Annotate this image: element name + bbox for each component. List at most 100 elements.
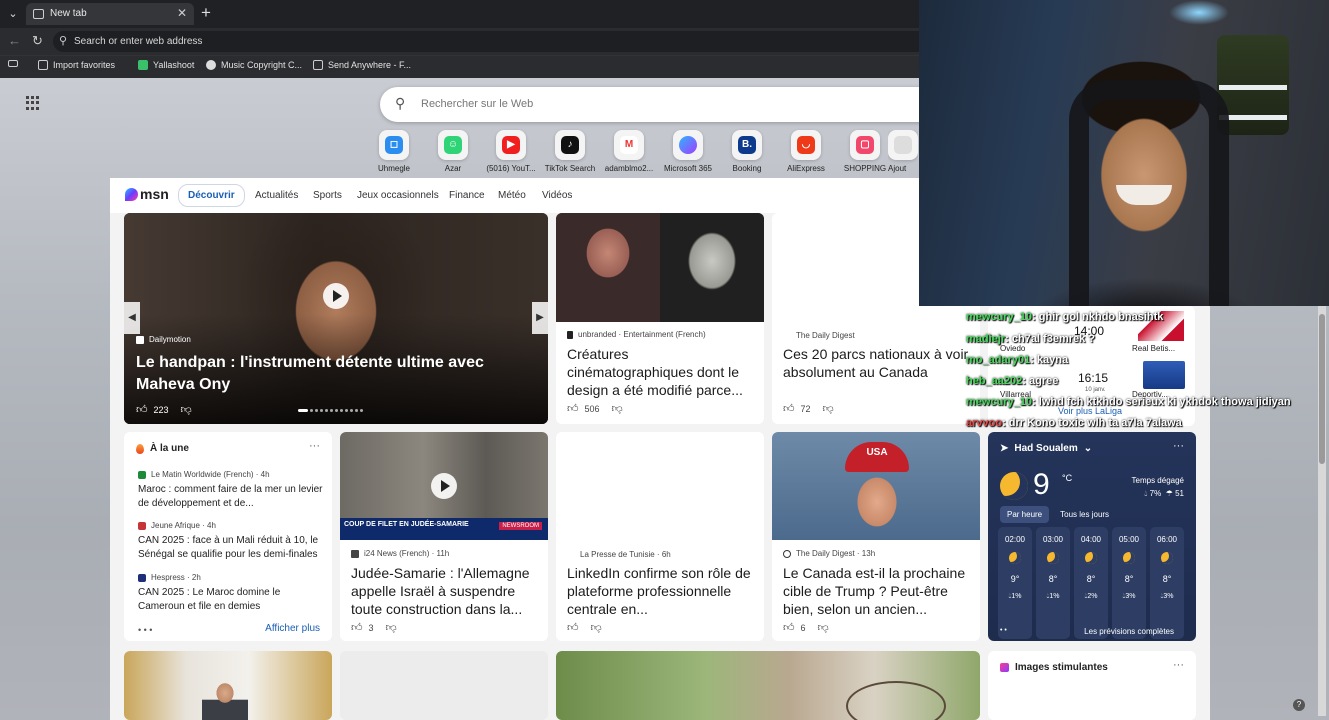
shopping-bag-icon: ▢ <box>856 136 874 154</box>
tab-new-tab[interactable]: New tab ✕ <box>26 3 194 25</box>
folder-icon <box>38 60 48 70</box>
dislike-icon[interactable]: 👎︎ <box>591 621 602 634</box>
images-card[interactable]: Images stimulantes ··· <box>988 651 1196 720</box>
hero-title[interactable]: Le handpan : l'instrument détente ultime… <box>136 352 536 396</box>
sports-scores-card[interactable]: 14:00 Oviedo Real Betis... 16:15 10 janv… <box>988 306 1195 426</box>
quick-link-azar[interactable]: ☺ Azar <box>424 130 482 173</box>
more-options-icon[interactable]: ··· <box>1173 440 1184 452</box>
electoral-emblem <box>846 681 946 720</box>
like-icon[interactable]: 👍︎ <box>567 621 579 634</box>
new-tab-plus-icon[interactable]: + <box>201 3 211 23</box>
hero-video-card[interactable]: ◀ ▶ Dailymotion Le handpan : l'instrumen… <box>124 213 548 424</box>
tab-finance[interactable]: Finance <box>449 190 485 201</box>
dislike-icon[interactable]: 👎︎ <box>818 621 829 634</box>
quick-link-gmail[interactable]: Madamblmo2... <box>600 130 658 173</box>
quick-link-booking[interactable]: B. Booking <box>718 130 776 173</box>
carousel-prev-icon[interactable]: ◀ <box>124 302 140 334</box>
quick-link-label: Booking <box>732 164 762 173</box>
favorite-music-copyright[interactable]: Music Copyright C... <box>206 60 302 70</box>
current-temperature: 9 <box>1033 468 1050 501</box>
like-icon[interactable]: 👍︎ <box>136 403 148 416</box>
back-arrow-icon[interactable]: ← <box>8 33 21 48</box>
close-tab-icon[interactable]: ✕ <box>177 6 187 20</box>
moon-icon <box>1047 552 1059 564</box>
quick-link-uhmegle[interactable]: ◻ Uhmegle <box>365 130 423 173</box>
news-card-electoral-photo[interactable] <box>556 651 980 720</box>
tab-actions-menu-icon[interactable]: ⌄ <box>4 5 22 23</box>
trending-item[interactable]: Jeune Afrique · 4h CAN 2025 : face à un … <box>138 521 328 562</box>
dislike-icon[interactable]: 👎︎ <box>386 621 397 634</box>
more-options-icon[interactable]: ··· <box>309 440 320 452</box>
favorite-import[interactable]: Import favorites <box>38 60 115 70</box>
tab-decouvrir[interactable]: Découvrir <box>178 184 245 207</box>
send-anywhere-icon <box>313 60 323 70</box>
flame-icon <box>136 443 144 454</box>
quick-link-label: Azar <box>444 164 462 173</box>
trending-item[interactable]: Le Matin Worldwide (French) · 4h Maroc :… <box>138 470 328 511</box>
news-card-linkedin[interactable]: La Presse de Tunisie · 6h LinkedIn confi… <box>556 432 764 641</box>
tab-actualites[interactable]: Actualités <box>255 190 298 201</box>
hourly-forecast-item: 02:00 9° 💧︎1% <box>998 527 1032 639</box>
full-forecast-link[interactable]: Les prévisions complètes <box>1084 627 1174 636</box>
add-site-icon <box>894 136 912 154</box>
news-title[interactable]: LinkedIn confirme son rôle de plateforme… <box>567 564 762 618</box>
like-icon[interactable]: 👍︎ <box>567 402 579 415</box>
msn-logo[interactable]: msn <box>125 186 169 202</box>
address-input[interactable]: ⚲ Search or enter web address <box>53 31 919 52</box>
play-icon[interactable] <box>323 283 349 309</box>
tab-meteo[interactable]: Météo <box>498 190 526 201</box>
page-scrollbar[interactable] <box>1318 306 1326 716</box>
favorite-send-anywhere[interactable]: Send Anywhere - F... <box>313 60 411 70</box>
news-card-creatures[interactable]: unbranded · Entertainment (French) Créat… <box>556 213 764 424</box>
tab-sports[interactable]: Sports <box>313 190 342 201</box>
refresh-icon[interactable]: ↻ <box>32 33 43 49</box>
dislike-icon[interactable]: 👎︎ <box>181 403 192 416</box>
quick-link-aliexpress[interactable]: ◡ AliExpress <box>777 130 835 173</box>
news-card-official-photo[interactable] <box>124 651 332 720</box>
tab-videos[interactable]: Vidéos <box>542 190 572 201</box>
quick-link-label: Microsoft 365 <box>663 164 713 173</box>
web-search-input[interactable]: ⚲ Rechercher sur le Web <box>380 87 940 122</box>
like-count: 223 <box>153 404 169 415</box>
quick-link-shopping[interactable]: ▢ SHOPPING <box>836 130 894 173</box>
sidebar-toggle-icon[interactable] <box>8 60 18 67</box>
tab-daily[interactable]: Tous les jours <box>1053 506 1116 523</box>
like-icon[interactable]: 👍︎ <box>783 402 795 415</box>
news-card-trump[interactable]: USA The Daily Digest · 13h Le Canada est… <box>772 432 980 641</box>
trending-item[interactable]: Hespress · 2h CAN 2025 : Le Maroc domine… <box>138 573 328 614</box>
scrollbar-thumb[interactable] <box>1319 314 1325 464</box>
favorite-yallashoot[interactable]: Yallashoot <box>138 60 194 70</box>
uhmegle-icon: ◻ <box>385 136 403 154</box>
carousel-next-icon[interactable]: ▶ <box>532 302 548 334</box>
news-title[interactable]: Le Canada est-il la prochaine cible de T… <box>783 564 978 618</box>
news-title[interactable]: Ces 20 parcs nationaux à voir absolument… <box>783 345 978 381</box>
quick-link-tiktok[interactable]: ♪ TikTok Search <box>541 130 599 173</box>
tab-hourly[interactable]: Par heure <box>1000 506 1050 523</box>
quick-link-youtube[interactable]: ▶ (5016) YouT... <box>482 130 540 173</box>
like-icon[interactable]: 👍︎ <box>783 621 795 634</box>
news-title[interactable]: Judée-Samarie : l'Allemagne appelle Isra… <box>351 564 546 618</box>
news-card-i24[interactable]: COUP DE FILET EN JUDÉE-SAMARIE NEWSROOM … <box>340 432 548 641</box>
news-card-placeholder[interactable] <box>340 651 548 720</box>
weather-location[interactable]: ➤ Had Soualem ⌄ <box>1000 443 1092 454</box>
dislike-icon[interactable]: 👎︎ <box>612 402 623 415</box>
app-launcher-icon[interactable] <box>26 96 40 110</box>
search-icon: ⚲ <box>395 95 406 111</box>
like-icon[interactable]: 👍︎ <box>351 621 363 634</box>
chat-message: mo_adary01: kayna <box>966 354 1069 366</box>
play-icon[interactable] <box>431 473 457 499</box>
search-placeholder: Rechercher sur le Web <box>421 98 534 110</box>
help-icon[interactable]: ? <box>1293 699 1305 711</box>
source-logo-icon <box>567 551 575 559</box>
more-options-icon[interactable]: ··· <box>1173 659 1184 671</box>
dislike-icon[interactable]: 👎︎ <box>823 402 834 415</box>
show-more-link[interactable]: Afficher plus <box>265 623 320 634</box>
microsoft365-icon <box>679 136 697 154</box>
weather-card[interactable]: ➤ Had Soualem ⌄ ··· 9 °C Temps dégagé 💧︎ 7… <box>988 432 1196 641</box>
tab-jeux-occasionnels[interactable]: Jeux occasionnels <box>357 190 439 201</box>
quick-link-add[interactable]: Ajout <box>888 130 918 173</box>
quick-link-microsoft365[interactable]: Microsoft 365 <box>659 130 717 173</box>
temperature-unit: °C <box>1062 473 1073 483</box>
news-source: i24 News (French) · 11h <box>351 549 449 558</box>
news-title[interactable]: Créatures cinématographiques dont le des… <box>567 345 757 399</box>
